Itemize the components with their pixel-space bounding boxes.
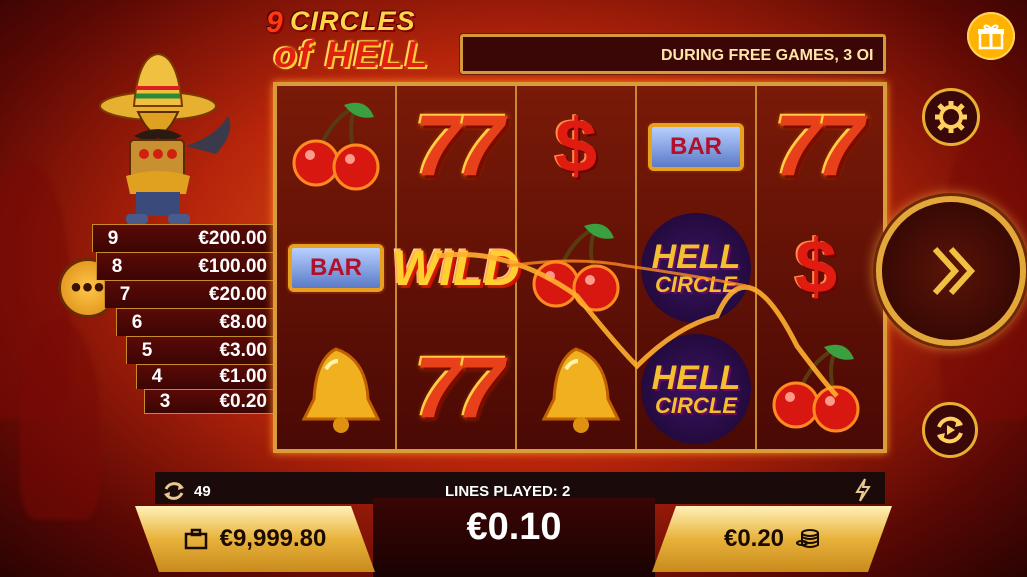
paytable-amount: €200.00 bbox=[198, 227, 267, 249]
seven-symbol-label: 7 bbox=[414, 98, 462, 194]
info-marquee: DURING FREE GAMES, 3 OI bbox=[460, 34, 886, 74]
seven-symbol-label: 7 bbox=[456, 340, 504, 436]
paytable-amount: €100.00 bbox=[198, 255, 267, 277]
seven-symbol-label: 7 bbox=[456, 98, 504, 194]
symbol-seven: 77 bbox=[397, 328, 515, 449]
seven-symbol-label: 7 bbox=[774, 98, 822, 194]
hell-bottom-label: CIRCLE bbox=[655, 271, 737, 297]
symbol-hell-circle: HELL CIRCLE bbox=[637, 328, 755, 449]
reel-1: BAR bbox=[277, 86, 397, 449]
symbol-seven: 77 bbox=[757, 86, 875, 207]
logo-line1: CIRCLES bbox=[290, 6, 416, 36]
hell-circle-badge: HELL CIRCLE bbox=[641, 333, 751, 444]
paytable-row: 3 €0.20 bbox=[144, 389, 274, 414]
reel-4: BAR HELL CIRCLE HELL CIRCLE bbox=[637, 86, 757, 449]
paytable-amount: €0.20 bbox=[219, 390, 267, 412]
hell-bottom-label: CIRCLE bbox=[655, 392, 737, 418]
paytable-row: 5 €3.00 bbox=[126, 336, 274, 364]
paytable-amount: €3.00 bbox=[219, 339, 267, 361]
bar-symbol-label: BAR bbox=[288, 243, 384, 292]
symbol-cherries bbox=[277, 86, 395, 207]
reels-area: BAR 77 WILD 77 $ BAR HELL CIRCLE HELL CI… bbox=[273, 82, 887, 453]
symbol-dollar: $ bbox=[517, 86, 635, 207]
autoplay-button[interactable] bbox=[922, 402, 978, 458]
coins-icon bbox=[796, 529, 820, 548]
paytable-row: 8 €100.00 bbox=[96, 252, 274, 280]
paytable-row: 4 €1.00 bbox=[136, 364, 274, 389]
symbol-bell bbox=[277, 328, 395, 449]
bet-panel[interactable]: €0.20 bbox=[652, 506, 892, 572]
spin-button[interactable] bbox=[876, 196, 1026, 346]
win-amount-panel: €0.10 bbox=[373, 498, 655, 577]
double-chevron-right-icon bbox=[932, 246, 976, 296]
rounds-count: 49 bbox=[194, 482, 211, 500]
symbol-bar: BAR bbox=[637, 86, 755, 207]
refresh-icon bbox=[164, 482, 184, 500]
bar-symbol-label: BAR bbox=[648, 122, 744, 171]
paytable-count: 4 bbox=[151, 366, 163, 387]
game-logo: 9 CIRCLES of HELL bbox=[266, 6, 458, 75]
symbol-bar: BAR bbox=[277, 207, 395, 328]
hell-circle-text: HELL CIRCLE bbox=[652, 240, 741, 296]
cherries-icon bbox=[292, 102, 380, 190]
dollar-symbol-label: $ bbox=[794, 225, 838, 310]
lightning-icon bbox=[855, 478, 871, 502]
paytable-row: 7 €20.00 bbox=[104, 280, 274, 308]
paytable-row: 6 €8.00 bbox=[116, 308, 274, 336]
reel-3: $ bbox=[517, 86, 637, 449]
hell-circle-badge: HELL CIRCLE bbox=[641, 212, 751, 323]
marquee-text: DURING FREE GAMES, 3 OI bbox=[661, 47, 874, 64]
balance-panel: €9,999.80 bbox=[135, 506, 375, 572]
reel-2: 77 WILD 77 bbox=[392, 86, 520, 449]
settings-button[interactable] bbox=[922, 88, 980, 146]
hell-top-label: HELL bbox=[651, 237, 741, 276]
gear-icon bbox=[935, 101, 967, 133]
cherries-icon bbox=[532, 223, 620, 311]
hell-circle-text: HELL CIRCLE bbox=[652, 361, 741, 417]
paytable-amount: €8.00 bbox=[219, 311, 267, 333]
paytable-count: 7 bbox=[119, 283, 131, 305]
gift-icon bbox=[978, 24, 1004, 50]
balance-amount: €9,999.80 bbox=[219, 525, 327, 552]
paytable-amount: €1.00 bbox=[219, 366, 267, 387]
turbo-button[interactable] bbox=[854, 478, 872, 507]
symbol-cherries bbox=[757, 328, 875, 449]
paytable: 9 €200.00 8 €100.00 7 €20.00 6 €8.00 5 €… bbox=[92, 224, 274, 414]
paytable-count: 3 bbox=[159, 390, 171, 412]
symbol-bell bbox=[517, 328, 635, 449]
autoplay-rounds[interactable]: 49 bbox=[162, 479, 211, 503]
symbol-seven: 77 bbox=[397, 86, 515, 207]
symbol-wild: WILD bbox=[392, 207, 520, 328]
paytable-amount: €20.00 bbox=[208, 283, 267, 305]
logo-line2: of HELL bbox=[274, 34, 430, 75]
win-amount: €0.10 bbox=[466, 506, 562, 548]
dollar-symbol-label: $ bbox=[554, 104, 598, 189]
paytable-row: 9 €200.00 bbox=[92, 224, 274, 252]
cherries-icon bbox=[772, 344, 860, 432]
reel-5: 77 $ bbox=[757, 86, 877, 449]
bell-icon bbox=[301, 346, 381, 433]
symbol-cherries bbox=[517, 207, 635, 328]
briefcase-icon bbox=[184, 528, 207, 550]
paytable-count: 8 bbox=[111, 255, 123, 277]
bet-amount: €0.20 bbox=[723, 525, 785, 552]
wild-symbol-label: WILD bbox=[392, 239, 520, 296]
symbol-dollar: $ bbox=[757, 207, 875, 328]
seven-symbol-label: 7 bbox=[414, 340, 462, 436]
paytable-count: 9 bbox=[107, 227, 119, 249]
gift-button[interactable] bbox=[967, 12, 1015, 60]
paytable-count: 5 bbox=[141, 339, 153, 361]
hell-top-label: HELL bbox=[651, 358, 741, 397]
symbol-hell-circle: HELL CIRCLE bbox=[637, 207, 755, 328]
mascot-character bbox=[99, 52, 231, 224]
seven-symbol-label: 7 bbox=[816, 98, 864, 194]
autoplay-icon bbox=[937, 416, 963, 444]
paytable-count: 6 bbox=[131, 311, 143, 333]
bell-icon bbox=[541, 346, 621, 433]
